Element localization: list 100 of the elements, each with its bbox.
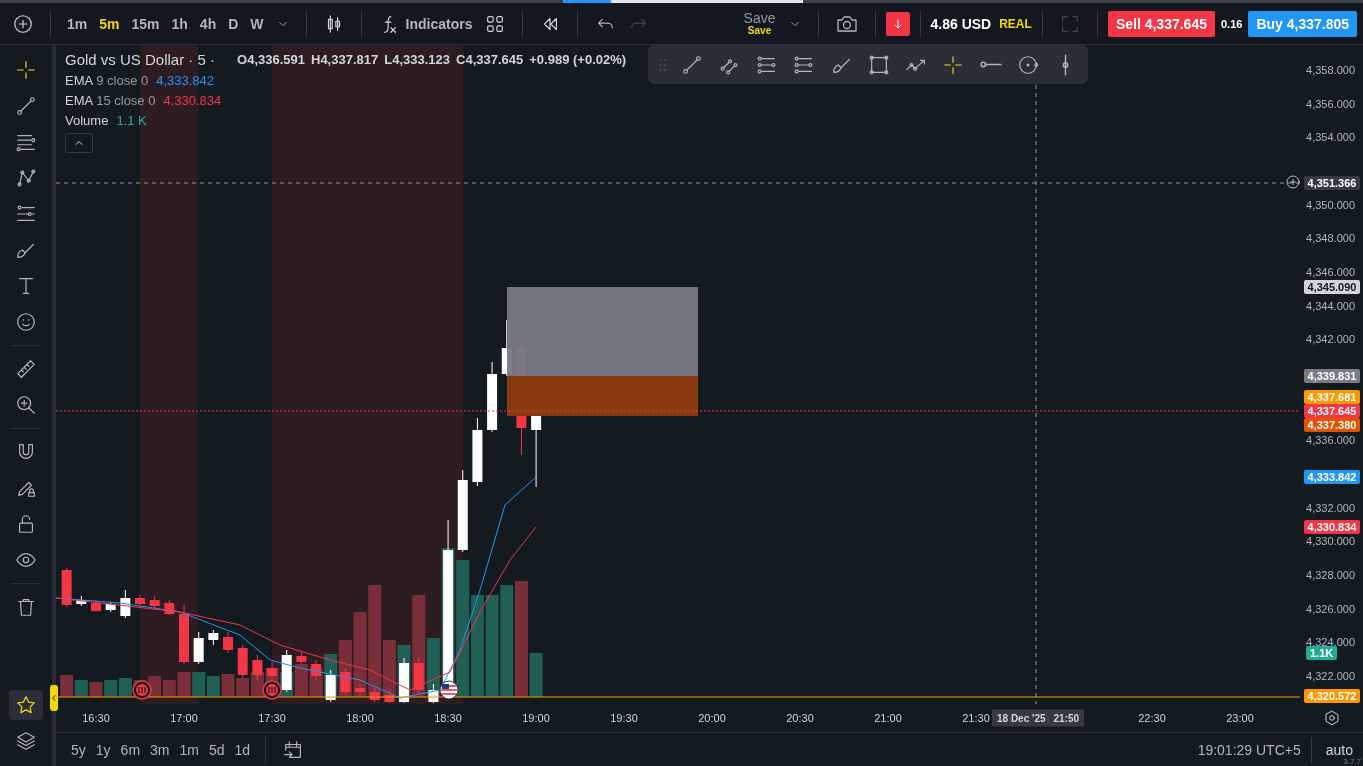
fib-lines-icon <box>755 53 778 76</box>
smiley-icon <box>15 311 37 333</box>
candle <box>105 601 116 613</box>
candle <box>384 689 395 704</box>
range-button[interactable]: 3m <box>145 739 175 760</box>
price-label: 4,337.681 <box>1304 390 1360 404</box>
trash-icon <box>15 596 37 618</box>
candle <box>311 659 322 681</box>
event-marker-icon[interactable] <box>132 680 152 700</box>
range-button[interactable]: 5y <box>66 739 91 760</box>
event-marker-icon[interactable] <box>262 680 282 700</box>
spread-value: 0.16 <box>1220 17 1243 30</box>
flag-marker-icon[interactable] <box>439 680 459 700</box>
candle <box>267 661 278 681</box>
price-tick: 4,330.000 <box>1306 535 1355 548</box>
vertical-line-icon <box>1061 53 1069 76</box>
candle <box>472 417 483 487</box>
time-tick: 18:30 <box>434 712 462 725</box>
time-tick: 19:00 <box>522 712 550 725</box>
interval-button[interactable]: W <box>244 11 270 36</box>
collapse-toolbar-tab[interactable] <box>50 685 58 711</box>
interval-button[interactable]: 5m <box>93 11 126 36</box>
interval-button[interactable]: 4h <box>193 11 223 36</box>
candle <box>340 667 351 695</box>
time-tick: 16:30 <box>82 712 110 725</box>
candle <box>223 631 234 654</box>
price-tick: 4,356.000 <box>1306 97 1355 110</box>
symbol-title: Gold vs US Dollar · 5 · <box>65 51 216 68</box>
save-button[interactable]: Save Save <box>737 11 782 36</box>
candle <box>61 567 72 608</box>
interval-button[interactable]: 15m <box>125 11 166 36</box>
price-tick: 4,322.000 <box>1306 670 1355 682</box>
candle <box>179 604 189 665</box>
crosshair-icon <box>15 59 37 81</box>
clock-timezone[interactable]: 19:01:29 UTC+5 <box>1197 741 1301 758</box>
price-tick: 4,348.000 <box>1306 232 1355 245</box>
interval-button[interactable]: 1m <box>61 11 94 36</box>
plus-circle-icon[interactable] <box>1285 174 1300 190</box>
volume-bar <box>221 674 235 697</box>
collapse-legend-button[interactable] <box>65 133 93 153</box>
range-button[interactable]: 1d <box>229 739 256 760</box>
indicator-value: 4,330.834 <box>163 93 222 108</box>
price-label: 1.1K <box>1306 646 1338 660</box>
candle <box>237 644 248 679</box>
chevron-left-icon[interactable] <box>50 694 58 702</box>
price-tick: 4,350.000 <box>1306 198 1355 211</box>
indicator-params: 15 close 0 <box>96 93 156 108</box>
auto-scale-button[interactable]: auto <box>1321 739 1357 760</box>
indicator-name: EMA <box>65 93 94 108</box>
horizontal-ray-icon <box>979 61 1002 68</box>
star-icon <box>15 694 37 716</box>
indicator-params: 9 close 0 <box>96 73 149 88</box>
range-button[interactable]: 6m <box>115 739 146 760</box>
circle-target-icon <box>1017 53 1040 76</box>
candle <box>76 595 87 607</box>
candle <box>208 629 219 646</box>
price-tick: 4,342.000 <box>1306 333 1355 346</box>
price-tick: 4,328.000 <box>1306 569 1355 581</box>
candle <box>413 657 424 695</box>
time-tick: 17:00 <box>170 712 198 725</box>
indicator-name: EMA <box>65 73 94 88</box>
interval-button[interactable]: D <box>222 11 245 36</box>
price-tick: 4,346.000 <box>1306 266 1355 278</box>
candle <box>91 599 101 613</box>
candle <box>252 654 263 681</box>
price-tick: 4,326.000 <box>1306 602 1355 615</box>
price-label: 4,320.572 <box>1304 689 1360 703</box>
candle <box>487 361 498 433</box>
sell-arrow-button[interactable] <box>885 11 910 36</box>
candle <box>281 649 292 693</box>
price-label: 4,333.842 <box>1304 469 1360 484</box>
pattern-icon <box>15 167 37 189</box>
time-tick: 20:30 <box>786 712 814 725</box>
indicators-button[interactable]: Indicators <box>371 8 479 39</box>
candle <box>164 599 175 616</box>
favorites-button[interactable] <box>9 690 43 720</box>
time-tick: 22:30 <box>1138 712 1166 725</box>
sell-button[interactable]: Sell 4,337.645 <box>1107 10 1215 37</box>
range-button[interactable]: 1m <box>174 739 204 760</box>
crosshair-time: 21:50 <box>1053 712 1080 724</box>
price-label: 4,337.645 <box>1304 404 1360 418</box>
indicator-value: 4,333.842 <box>156 73 215 88</box>
rectangle-icon <box>867 53 890 76</box>
time-tick: 23:00 <box>1226 712 1254 725</box>
settings-icon[interactable] <box>1322 709 1341 728</box>
price-label: 4,339.831 <box>1304 368 1360 383</box>
range-button[interactable]: 5d <box>203 739 230 760</box>
volume-bar <box>192 672 206 697</box>
candle <box>399 657 410 704</box>
crosshair-icon <box>942 53 965 76</box>
time-tick: 18:00 <box>346 712 374 725</box>
trend-line-icon <box>681 53 704 76</box>
plus-circle-icon[interactable] <box>12 12 34 35</box>
crosshair-date: 18 Dec '25 <box>997 712 1046 724</box>
price-label: 4,337.380 <box>1304 418 1360 432</box>
range-button[interactable]: 1y <box>90 739 116 760</box>
candle <box>369 687 380 703</box>
interval-button[interactable]: 1h <box>165 11 194 36</box>
price-tick: 4,336.000 <box>1306 434 1355 447</box>
indicator-value: 1.1 K <box>116 113 147 128</box>
